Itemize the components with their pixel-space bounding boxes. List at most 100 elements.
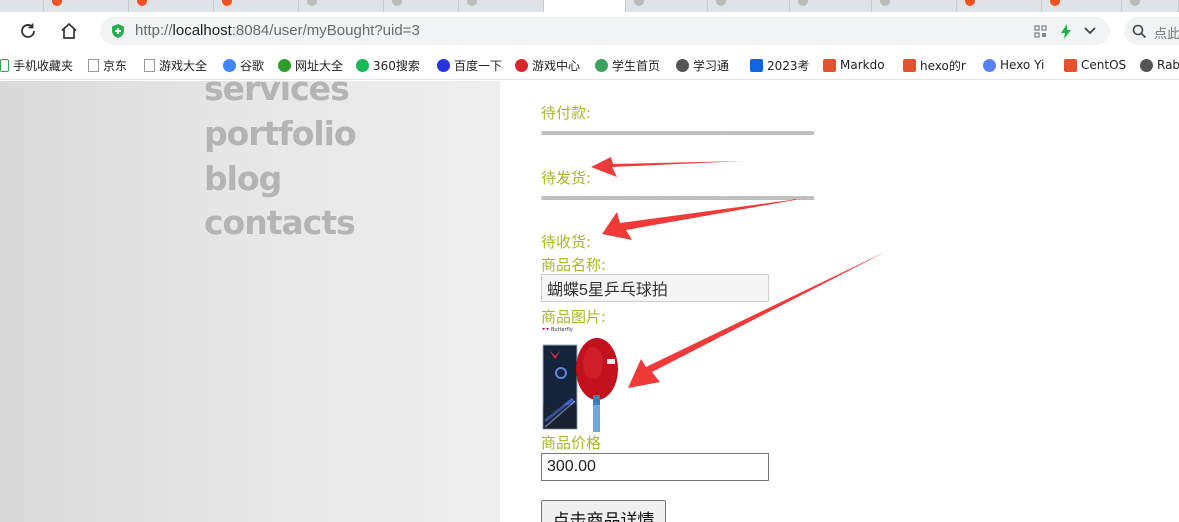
bookmark-label: 2023考 bbox=[767, 58, 810, 73]
product-name-field[interactable] bbox=[541, 274, 769, 302]
pending-receipt-label: 待收货: bbox=[541, 233, 592, 251]
chevron-down-icon[interactable] bbox=[1083, 26, 1097, 36]
home-button[interactable] bbox=[56, 18, 82, 44]
browser-tab[interactable] bbox=[384, 0, 459, 12]
browser-tab[interactable] bbox=[44, 0, 129, 12]
bolt-icon[interactable] bbox=[1060, 24, 1072, 39]
bookmark-item[interactable]: hexo的r bbox=[903, 56, 978, 74]
browser-tab[interactable] bbox=[872, 0, 957, 12]
tab-favicon-icon bbox=[52, 0, 62, 6]
nav-link-services[interactable]: services bbox=[204, 81, 350, 108]
tab-favicon-icon bbox=[467, 0, 477, 6]
browser-tab[interactable] bbox=[0, 0, 44, 12]
product-image: Butterfly bbox=[542, 327, 618, 432]
bookmark-label: 京东 bbox=[103, 58, 128, 73]
browser-tab[interactable] bbox=[459, 0, 544, 12]
nav-link-blog[interactable]: blog bbox=[204, 159, 282, 198]
product-image-label: 商品图片: bbox=[541, 308, 607, 326]
search-placeholder: 点此 bbox=[1154, 27, 1179, 42]
search-box[interactable]: 点此 bbox=[1124, 17, 1179, 45]
url-prefix: http:// bbox=[135, 22, 173, 39]
browser-tab[interactable] bbox=[708, 0, 790, 12]
tab-favicon-icon bbox=[1050, 0, 1060, 6]
bookmark-item[interactable]: 2023考 bbox=[750, 56, 818, 74]
bookmark-item[interactable]: 游戏中心 bbox=[515, 56, 590, 74]
url-text[interactable]: http://localhost:8084/user/myBought?uid=… bbox=[135, 22, 420, 39]
section-separator: ========================================… bbox=[541, 128, 815, 139]
nav-link-portfolio[interactable]: portfolio bbox=[204, 114, 357, 153]
bookmark-label: hexo的r bbox=[920, 58, 966, 73]
bookmark-item[interactable]: 学习通 bbox=[676, 56, 744, 74]
zhihu-icon bbox=[750, 58, 763, 72]
browser-tab[interactable] bbox=[1122, 0, 1179, 12]
so360-icon bbox=[356, 58, 369, 72]
bookmark-item[interactable]: 360搜索 bbox=[356, 56, 431, 74]
bookmark-item[interactable]: 网址大全 bbox=[278, 56, 350, 74]
browser-tab[interactable] bbox=[626, 0, 708, 12]
bookmark-item[interactable]: 百度一下 bbox=[437, 56, 511, 74]
qr-icon[interactable] bbox=[1034, 25, 1047, 38]
page-icon bbox=[88, 58, 99, 72]
google-icon bbox=[223, 58, 236, 72]
bookmark-label: CentOS bbox=[1081, 58, 1127, 72]
bookmark-item[interactable]: Markdo bbox=[823, 56, 893, 74]
bookmark-item[interactable]: CentOS bbox=[1064, 56, 1134, 74]
tab-favicon-icon bbox=[307, 0, 317, 6]
browser-tab-active[interactable] bbox=[544, 0, 626, 12]
browser-tab[interactable] bbox=[790, 0, 872, 12]
bookmark-item[interactable]: 京东 bbox=[88, 56, 138, 74]
tab-favicon-icon bbox=[1130, 0, 1140, 6]
shield-icon bbox=[112, 24, 124, 38]
browser-tab[interactable] bbox=[957, 0, 1042, 12]
bookmark-label: 游戏大全 bbox=[159, 58, 208, 73]
product-price-label: 商品价格 bbox=[541, 434, 602, 452]
bookmark-label: Rab bbox=[1157, 58, 1179, 72]
game-icon bbox=[515, 58, 528, 72]
product-price-field[interactable] bbox=[541, 453, 769, 481]
browser-tab[interactable] bbox=[299, 0, 384, 12]
bookmark-label: Markdo bbox=[840, 58, 885, 72]
bookmark-label: Hexo Yi bbox=[1000, 58, 1045, 72]
bookmark-item[interactable]: 学生首页 bbox=[595, 56, 670, 74]
hexo-icon bbox=[983, 58, 996, 72]
nav-icon bbox=[278, 58, 291, 72]
tab-favicon-icon bbox=[798, 0, 808, 6]
baidu-icon bbox=[437, 58, 450, 72]
pending-payment-label: 待付款: bbox=[541, 104, 592, 122]
address-bar[interactable]: http://localhost:8084/user/myBought?uid=… bbox=[100, 17, 1110, 45]
phone-icon bbox=[0, 58, 9, 72]
bookmark-item[interactable]: 谷歌 bbox=[223, 56, 273, 74]
bookmark-item[interactable]: Hexo Yi bbox=[983, 56, 1058, 74]
url-host: localhost bbox=[172, 22, 232, 39]
tab-strip bbox=[0, 0, 1179, 12]
nav-link-contacts[interactable]: contacts bbox=[204, 203, 356, 242]
browser-tab[interactable] bbox=[129, 0, 214, 12]
bookmark-item[interactable]: 游戏大全 bbox=[144, 56, 216, 74]
bookmark-label: 360搜索 bbox=[373, 58, 420, 73]
bookmark-item[interactable]: Rab bbox=[1140, 56, 1179, 74]
search-icon bbox=[1132, 24, 1147, 39]
rab-icon bbox=[1140, 58, 1153, 72]
tab-favicon-icon bbox=[392, 0, 402, 6]
annotation-arrow bbox=[591, 157, 744, 177]
student-icon bbox=[595, 58, 608, 72]
annotation-arrow bbox=[628, 251, 887, 388]
browser-tab[interactable] bbox=[1042, 0, 1122, 12]
bookmark-label: 网址大全 bbox=[295, 58, 344, 73]
bookmark-label: 游戏中心 bbox=[532, 58, 581, 73]
csdn-icon bbox=[823, 58, 836, 72]
browser-tab[interactable] bbox=[214, 0, 299, 12]
product-brand-logo: Butterfly bbox=[551, 327, 573, 333]
reload-button[interactable] bbox=[15, 18, 41, 44]
bookmarks-bar: 手机收藏夹 京东 游戏大全 谷歌 网址大全 360搜索 百度一下 游戏中心 学生首页 学习通 202… bbox=[0, 50, 1179, 80]
tab-favicon-icon bbox=[880, 0, 890, 6]
bookmark-label: 学习通 bbox=[693, 58, 730, 73]
tab-favicon-icon bbox=[634, 0, 644, 6]
bookmark-item[interactable]: 手机收藏夹 bbox=[0, 56, 80, 74]
browser-toolbar: http://localhost:8084/user/myBought?uid=… bbox=[0, 12, 1179, 50]
annotation-arrow bbox=[602, 198, 806, 240]
pending-shipment-label: 待发货: bbox=[541, 169, 592, 187]
product-detail-button[interactable]: 点击商品详情 bbox=[541, 500, 666, 522]
sidebar-panel: services portfolio blog contacts bbox=[0, 81, 500, 522]
tab-favicon-icon bbox=[137, 0, 147, 6]
